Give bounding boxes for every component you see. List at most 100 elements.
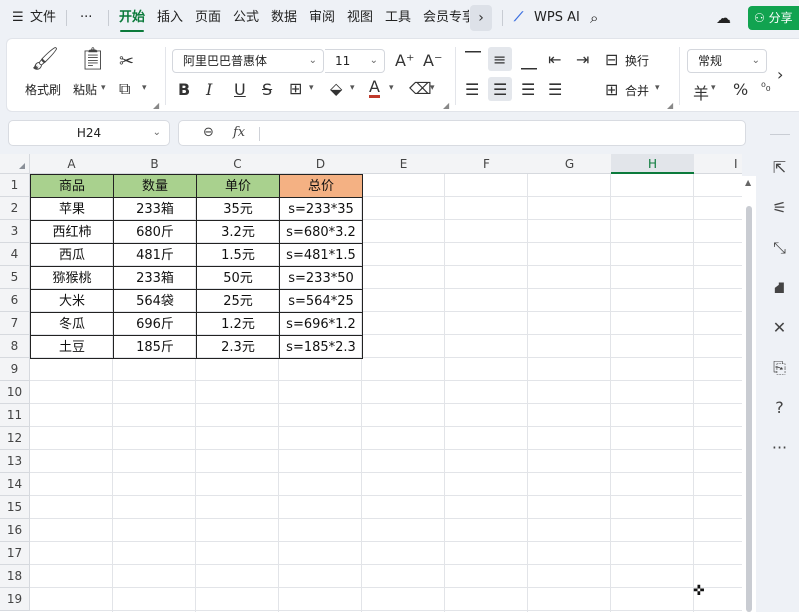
select-all-corner[interactable] [0,154,30,174]
tabs-scroll-right-button[interactable]: › [470,5,492,31]
book-search-icon[interactable]: ⎘ [760,358,799,378]
currency-chevron-down-icon[interactable]: ▾ [711,83,716,93]
fill-chevron-down-icon[interactable]: ▾ [350,83,355,93]
table-cell[interactable]: s=233*35 [280,198,363,221]
table-cell[interactable]: 564袋 [114,290,197,313]
table-cell[interactable]: 土豆 [31,336,114,359]
row-header[interactable]: 4 [0,243,30,266]
row-header[interactable]: 19 [0,588,30,611]
wps-ai-icon[interactable]: ⟋ [514,8,523,28]
italic-button[interactable]: I [206,80,212,99]
borders-chevron-down-icon[interactable]: ▾ [309,83,314,93]
table-cell[interactable]: s=233*50 [280,267,363,290]
search-icon[interactable]: ⌕ [590,8,598,28]
column-header-d[interactable]: D [279,154,363,174]
table-cell[interactable]: 233箱 [114,198,197,221]
row-header[interactable]: 13 [0,450,30,473]
copy-icon[interactable]: ⧉ [119,79,130,99]
fx-icon[interactable]: fx [233,121,245,145]
cloud-sync-icon[interactable]: ☁ [716,8,731,28]
row-header[interactable]: 17 [0,542,30,565]
column-header-b[interactable]: B [113,154,197,174]
formula-bar[interactable]: ⊖ fx [178,120,746,146]
table-cell[interactable]: 1.2元 [197,313,280,336]
align-bottom-icon[interactable]: ⎽ [521,51,537,71]
row-header[interactable]: 6 [0,289,30,312]
table-cell[interactable]: s=564*25 [280,290,363,313]
row-header[interactable]: 18 [0,565,30,588]
tab-data[interactable]: 数据 [271,8,297,28]
paste-label[interactable]: 粘贴 [73,81,97,98]
row-header[interactable]: 16 [0,519,30,542]
more-menu-icon[interactable]: ··· [80,8,92,28]
borders-icon[interactable]: ⊞ [289,79,302,98]
align-right-icon[interactable]: ☰ [521,80,535,99]
tab-page[interactable]: 页面 [195,8,221,28]
align-middle-icon[interactable]: ≡ [493,50,506,69]
table-cell[interactable]: 冬瓜 [31,313,114,336]
table-cell[interactable]: 西红柿 [31,221,114,244]
table-cell[interactable]: 3.2元 [197,221,280,244]
scrollbar-thumb[interactable] [746,206,752,612]
table-header-cell[interactable]: 总价 [280,175,363,198]
table-cell[interactable]: 西瓜 [31,244,114,267]
font-grow-icon[interactable]: A⁺ [395,51,414,70]
row-header[interactable]: 12 [0,427,30,450]
format-painter-label[interactable]: 格式刷 [25,81,61,98]
tab-review[interactable]: 审阅 [309,8,335,28]
table-cell[interactable]: 25元 [197,290,280,313]
font-color-chevron-down-icon[interactable]: ▾ [389,83,394,93]
wrap-text-icon[interactable]: ⊟ [605,50,618,69]
increase-indent-icon[interactable]: ⇥ [576,50,589,69]
font-name-select[interactable]: 阿里巴巴普惠体 ⌄ [172,49,324,73]
tab-formula[interactable]: 公式 [233,8,259,28]
clipboard-expand-icon[interactable]: ◢ [153,101,159,110]
table-cell[interactable]: s=481*1.5 [280,244,363,267]
table-cell[interactable]: 大米 [31,290,114,313]
font-shrink-icon[interactable]: A⁻ [423,51,442,70]
hamburger-menu-icon[interactable]: ☰ [12,8,24,28]
column-header-f[interactable]: F [445,154,529,174]
share-button[interactable]: ⚇ 分享 [748,6,799,30]
tab-view[interactable]: 视图 [347,8,373,28]
currency-icon[interactable]: 羊 [693,80,709,104]
font-color-icon[interactable]: A [369,79,380,98]
table-cell[interactable]: 680斤 [114,221,197,244]
tools-icon[interactable]: ✕ [760,318,799,337]
table-cell[interactable]: s=185*2.3 [280,336,363,359]
table-cell[interactable]: 50元 [197,267,280,290]
more-options-icon[interactable]: ··· [760,438,799,457]
alignment-expand-icon[interactable]: ◢ [667,101,673,110]
tab-member[interactable]: 会员专享 [423,8,469,28]
merge-cells-icon[interactable]: ⊞ [605,80,618,99]
row-header[interactable]: 8 [0,335,30,358]
row-header[interactable]: 15 [0,496,30,519]
eraser-icon[interactable]: ⌫ [409,79,432,98]
zoom-out-icon[interactable]: ⊖ [203,121,214,145]
merge-chevron-down-icon[interactable]: ▾ [655,83,660,93]
column-header-a[interactable]: A [30,154,114,174]
column-header-h[interactable]: H [611,154,695,174]
ribbon-scroll-right-icon[interactable]: › [777,65,783,84]
paste-icon[interactable]: 📋︎ [79,47,107,72]
row-header[interactable]: 5 [0,266,30,289]
table-cell[interactable]: 233箱 [114,267,197,290]
name-box[interactable]: H24 ⌄ [8,120,170,146]
align-center-icon[interactable]: ☰ [493,80,507,99]
table-cell[interactable]: s=696*1.2 [280,313,363,336]
tab-home[interactable]: 开始 [119,8,145,28]
table-cell[interactable]: 696斤 [114,313,197,336]
table-header-cell[interactable]: 单价 [197,175,280,198]
align-top-icon[interactable]: ⎺ [465,49,481,69]
table-cell[interactable]: 185斤 [114,336,197,359]
resize-icon[interactable]: ⤡ [760,238,799,258]
wps-ai-button[interactable]: WPS AI [534,8,580,28]
wrap-text-label[interactable]: 换行 [625,52,649,69]
table-header-cell[interactable]: 数量 [114,175,197,198]
row-header[interactable]: 7 [0,312,30,335]
table-cell[interactable]: 2.3元 [197,336,280,359]
column-header-i[interactable]: I [694,154,742,174]
table-cell[interactable]: 481斤 [114,244,197,267]
cut-icon[interactable]: ✂ [119,51,134,72]
row-header[interactable]: 9 [0,358,30,381]
